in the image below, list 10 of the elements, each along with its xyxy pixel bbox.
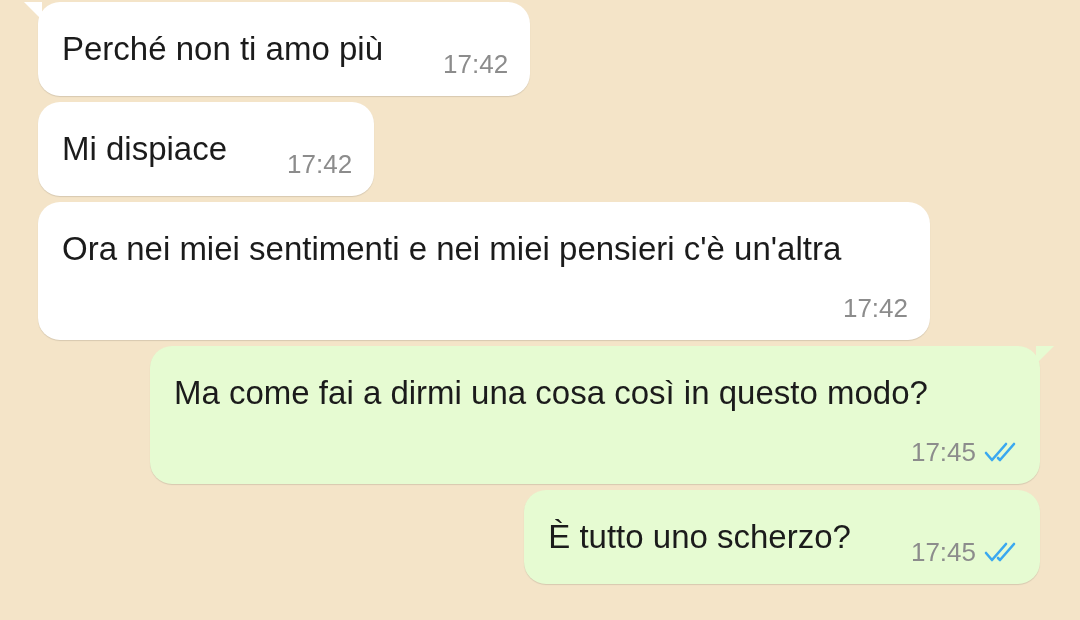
message-text: È tutto uno scherzo? <box>548 517 851 557</box>
message-text: Mi dispiace <box>62 129 228 169</box>
message-text: Ma come fai a dirmi una cosa così in questo modo? <box>174 373 928 413</box>
message-time: 17:42 <box>443 48 509 81</box>
message-time: 17:42 <box>287 148 353 181</box>
message-time: 17:45 <box>910 536 976 569</box>
message-text: Ora nei miei sentimenti e nei miei pensieri c'è un'altra <box>62 229 842 269</box>
message-time: 17:45 <box>910 436 976 469</box>
message-time: 17:42 <box>842 292 908 325</box>
message-text: Perché non ti amo più <box>62 29 384 69</box>
